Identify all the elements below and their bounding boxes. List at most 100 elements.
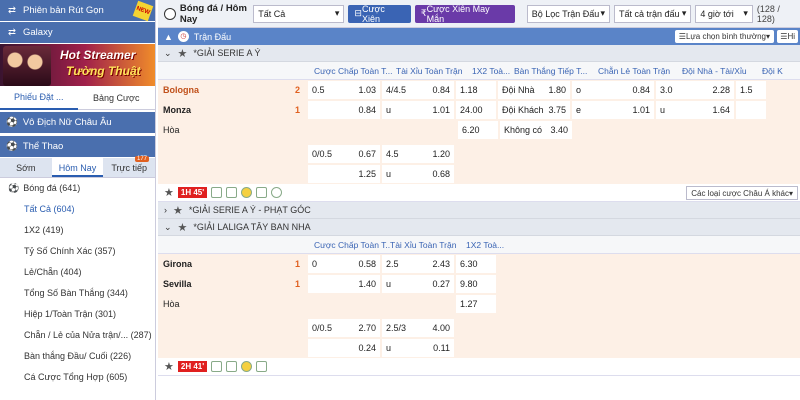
odds-line: 4.5	[386, 149, 399, 159]
odds-cell[interactable]: Không có 3.40	[500, 121, 572, 139]
list-item[interactable]: Cá Cược Tổng Hợp (605)	[0, 367, 155, 388]
history-icon[interactable]	[271, 187, 283, 198]
odds-cell[interactable]: 0/0.5 2.70	[308, 319, 380, 337]
list-item[interactable]: Tổng Số Bàn Thắng (344)	[0, 283, 155, 304]
odds-cell[interactable]: 1.40	[308, 275, 380, 293]
odds-line: 0.5	[312, 85, 325, 95]
odds-cell[interactable]: 0.5 1.03	[308, 81, 380, 99]
league-header[interactable]: ⌄ ★ *GIẢI SERIE A Ý	[158, 45, 800, 62]
chevron-right-icon: ›	[164, 205, 167, 215]
period-tabs: Sớm Hôm Nay Trực tiếp 177	[0, 156, 155, 178]
odds-line: 2.5/3	[386, 323, 407, 333]
odds-cell[interactable]: Đội Nhà 1.80	[498, 81, 570, 99]
list-item[interactable]: Chẵn / Lẻ của Nửa trận/... (287)	[0, 325, 155, 346]
sort-icon: ☰	[678, 32, 686, 41]
other-odds-select[interactable]: Các loại cược Châu Á khác ▾	[686, 186, 798, 200]
odds-cell[interactable]: e 1.01	[572, 101, 654, 119]
list-item[interactable]: 1X2 (419)	[0, 220, 155, 241]
odds-cell[interactable]: 9.80	[456, 275, 496, 293]
odds-cell[interactable]: 0.84	[308, 101, 380, 119]
hot-streamer-banner[interactable]: Hot Streamer Tường Thuật	[0, 44, 155, 86]
galaxy-label: Galaxy	[23, 27, 53, 38]
parlay-button[interactable]: ⊟ Cược Xiên	[348, 4, 411, 24]
sports-section[interactable]: ⚽ Thể Thao	[0, 136, 155, 158]
swap-icon: ⇄	[8, 27, 16, 38]
tab-bet-list[interactable]: Bảng Cược	[78, 93, 156, 103]
odds-cell[interactable]: 3.0 2.28	[656, 81, 734, 99]
slip-tabs: Phiếu Đặt ... Bảng Cược	[0, 86, 155, 110]
lucky-parlay-button[interactable]: ₹ Cược Xiên May Mắn	[414, 4, 515, 24]
odds-cell[interactable]: u 0.27	[382, 275, 454, 293]
star-icon[interactable]: ★	[178, 47, 188, 60]
odds-cell[interactable]: 1.18	[456, 81, 496, 99]
field-icon[interactable]	[256, 187, 268, 198]
view-select[interactable]: ☰ Hi	[777, 30, 798, 43]
clock-icon: ◷	[177, 31, 189, 42]
odds-cell[interactable]	[736, 101, 766, 119]
match-count: (128 / 128)	[756, 3, 780, 24]
list-item[interactable]: Hiệp 1/Toàn Trận (301)	[0, 304, 155, 325]
league-header[interactable]: › ★ *GIẢI SERIE A Ý - PHẠT GÓC	[158, 202, 800, 219]
odds-cell[interactable]: 0 0.58	[308, 255, 380, 273]
odds-cell[interactable]: u 1.01	[382, 101, 454, 119]
odds-cell[interactable]: 6.30	[456, 255, 496, 273]
stats-icon[interactable]	[211, 187, 223, 198]
odds-cell[interactable]: 1.27	[456, 295, 496, 313]
odds-line: 3.0	[660, 85, 673, 95]
compact-version-button[interactable]: ⇄ Phiên bản Rút Gọn NEW	[0, 0, 155, 22]
list-item[interactable]: Tỷ Số Chính Xác (357)	[0, 241, 155, 262]
all-matches-select[interactable]: Tất cả trận đấu ▾	[614, 4, 692, 23]
odds-price: 24.00	[460, 105, 483, 115]
time-range-select[interactable]: 4 giờ tới ▾	[695, 4, 753, 23]
odds-price: 2.70	[358, 323, 376, 333]
list-item[interactable]: Lẻ/Chẵn (404)	[0, 262, 155, 283]
swap-icon: ⇄	[8, 5, 16, 16]
league-header[interactable]: ⌄ ★ *GIẢI LALIGA TÂY BAN NHA	[158, 219, 800, 236]
galaxy-button[interactable]: ⇄ Galaxy	[0, 22, 155, 44]
table-row: 0/0.5 0.67 4.5 1.20	[158, 144, 800, 164]
field-icon[interactable]	[256, 361, 268, 372]
sport-football[interactable]: ⚽ Bóng đá (641)	[0, 178, 155, 199]
match-odds-grid: Bologna 2 0.5 1.03 4/4.5 0.84 1.18 Đội Nhà 1…	[158, 80, 800, 184]
match-filter-select[interactable]: Bộ Lọc Trận Đấu ▾	[526, 4, 611, 23]
promo-section[interactable]: ⚽ Vô Địch Nữ Châu Âu	[0, 112, 155, 134]
odds-cell[interactable]: 2.5/3 4.00	[382, 319, 454, 337]
odds-cell[interactable]: u 0.68	[382, 165, 454, 183]
odds-price: 0.84	[432, 85, 450, 95]
table-row: Sevilla 1 1.40 u 0.27 9.80	[158, 274, 800, 294]
trophy-icon: ⚽	[6, 117, 18, 128]
column-odd-even: Chẵn Lẻ Toàn Trận	[598, 65, 671, 76]
odds-cell[interactable]: 1.5	[736, 81, 766, 99]
odds-cell[interactable]: 1.25	[308, 165, 380, 183]
star-icon[interactable]: ★	[173, 204, 183, 217]
odds-cell[interactable]: 4/4.5 0.84	[382, 81, 454, 99]
sort-select[interactable]: ☰ Lựa chọn bình thường ▾	[674, 30, 774, 43]
odds-cell[interactable]: u 1.64	[656, 101, 734, 119]
odds-cell[interactable]: 24.00	[456, 101, 496, 119]
odds-cell[interactable]: u 0.11	[382, 339, 454, 357]
grid-icon[interactable]	[226, 361, 238, 372]
star-icon[interactable]: ★	[178, 221, 188, 234]
odds-cell[interactable]: Đội Khách 3.75	[498, 101, 570, 119]
coin-icon[interactable]	[241, 187, 253, 198]
match-filter-value: Bộ Lọc Trận Đấu	[531, 8, 600, 19]
market-filter-select[interactable]: Tất Cả ▾	[253, 4, 345, 23]
odds-cell[interactable]: 0/0.5 0.67	[308, 145, 380, 163]
odds-cell[interactable]: o 0.84	[572, 81, 654, 99]
tab-early[interactable]: Sớm	[0, 158, 52, 177]
star-icon[interactable]: ★	[164, 360, 174, 373]
tab-today[interactable]: Hôm Nay	[51, 158, 104, 177]
odds-cell[interactable]: 6.20	[458, 121, 498, 139]
star-icon[interactable]: ★	[164, 186, 174, 199]
odds-cell[interactable]: 2.5 2.43	[382, 255, 454, 273]
odds-cell[interactable]: 0.24	[308, 339, 380, 357]
stats-icon[interactable]	[211, 361, 223, 372]
collapse-icon[interactable]: ▲	[164, 32, 173, 42]
tab-bet-slip[interactable]: Phiếu Đặt ...	[0, 86, 78, 110]
table-row: Hòa 1.27	[158, 294, 800, 314]
grid-icon[interactable]	[226, 187, 238, 198]
list-item[interactable]: Bàn thắng Đầu/ Cuối (226)	[0, 346, 155, 367]
odds-cell[interactable]: 4.5 1.20	[382, 145, 454, 163]
list-item[interactable]: Tất Cả (604)	[0, 199, 155, 220]
coin-icon[interactable]	[241, 361, 253, 372]
